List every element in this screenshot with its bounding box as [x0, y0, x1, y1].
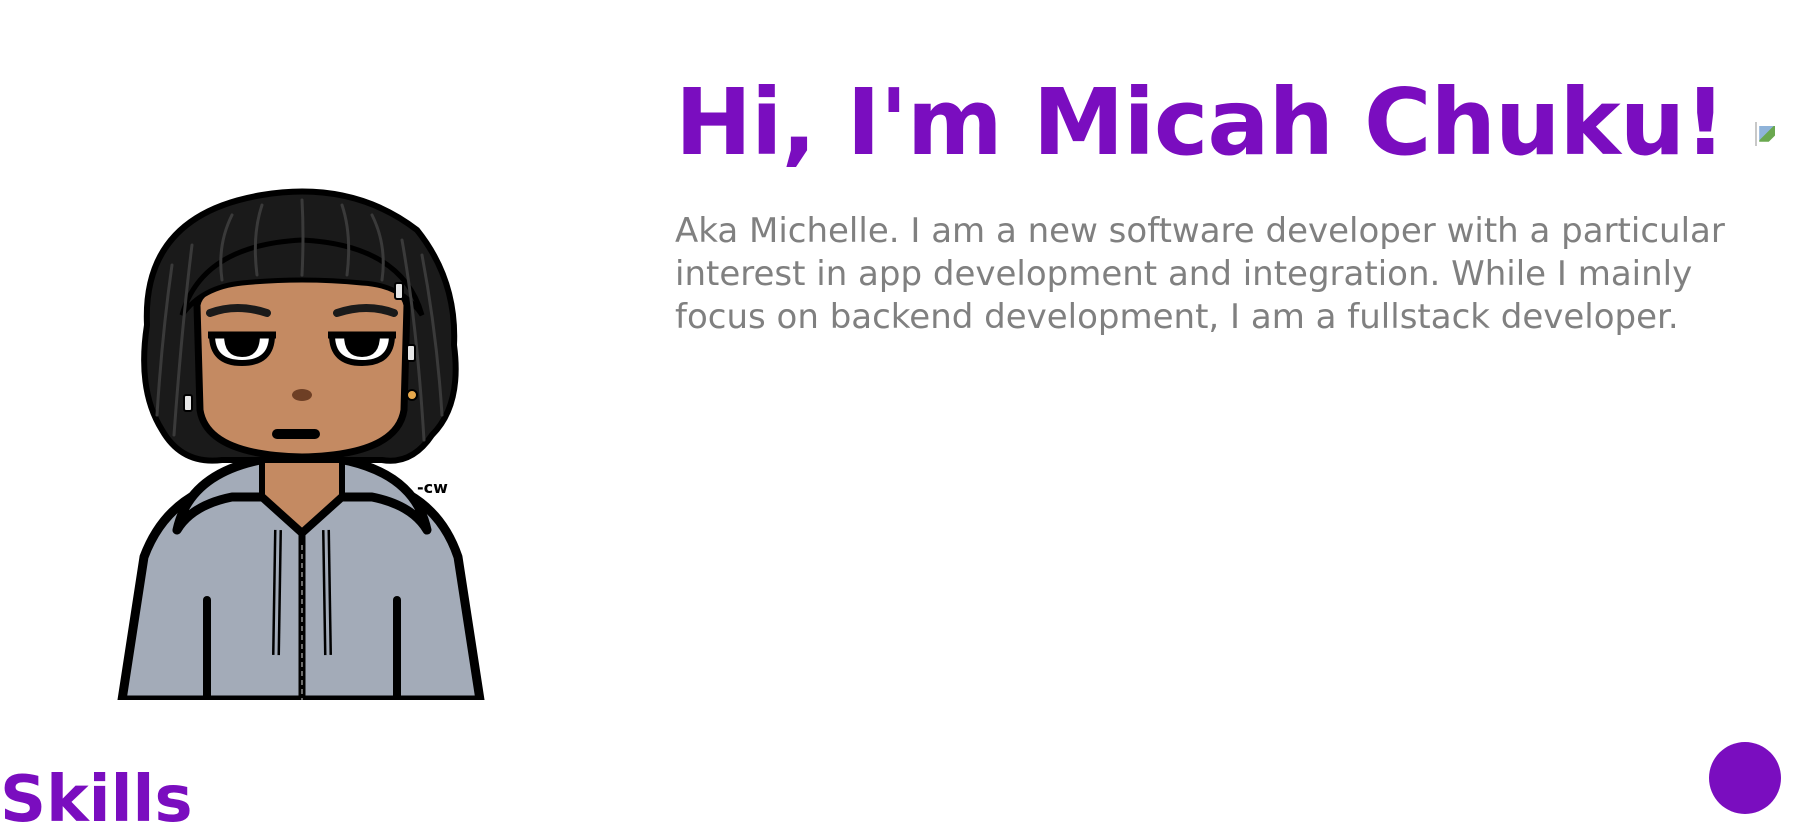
bio-text: Aka Michelle. I am a new software develo… [675, 210, 1725, 337]
page: -cw Hi, I'm Micah Chuku! Aka Michelle. I… [0, 0, 1810, 826]
skills-heading: Skills [0, 763, 193, 826]
broken-image-icon [1755, 121, 1758, 146]
intro-section: Hi, I'm Micah Chuku! Aka Michelle. I am … [675, 69, 1758, 339]
page-title: Hi, I'm Micah Chuku! [675, 69, 1726, 176]
avatar-illustration: -cw [117, 188, 485, 700]
title-row: Hi, I'm Micah Chuku! [675, 69, 1758, 176]
floating-action-button[interactable] [1709, 742, 1781, 814]
svg-text:-cw: -cw [417, 478, 448, 497]
avatar: -cw [112, 185, 492, 700]
